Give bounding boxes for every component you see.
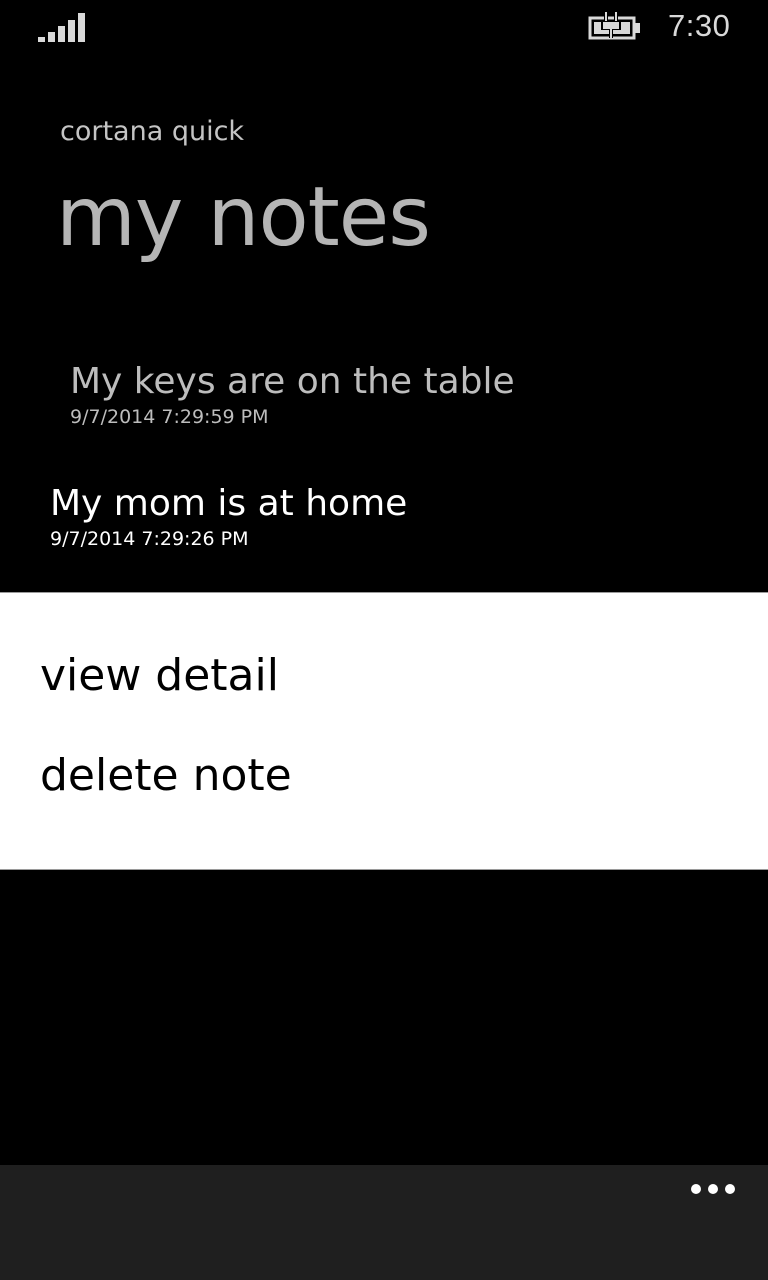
note-item[interactable]: My keys are on the table 9/7/2014 7:29:5… bbox=[70, 361, 515, 429]
clock: 7:30 bbox=[668, 8, 731, 43]
ellipsis-icon[interactable] bbox=[688, 1179, 738, 1199]
app-name: cortana quick bbox=[60, 116, 245, 147]
view-detail-menu-item[interactable]: view detail bbox=[40, 650, 279, 701]
note-item-selected[interactable]: My mom is at home 9/7/2014 7:29:26 PM bbox=[50, 483, 408, 551]
note-title: My keys are on the table bbox=[70, 361, 515, 402]
battery-charging-icon bbox=[588, 12, 640, 40]
note-timestamp: 9/7/2014 7:29:59 PM bbox=[70, 406, 269, 428]
signal-strength-icon bbox=[38, 12, 86, 42]
app-bar bbox=[0, 1165, 768, 1280]
page-title: my notes bbox=[56, 170, 431, 265]
note-title: My mom is at home bbox=[50, 483, 408, 524]
note-timestamp: 9/7/2014 7:29:26 PM bbox=[50, 528, 249, 550]
status-bar: 7:30 bbox=[0, 0, 768, 56]
context-menu bbox=[0, 590, 768, 872]
delete-note-menu-item[interactable]: delete note bbox=[40, 750, 292, 801]
